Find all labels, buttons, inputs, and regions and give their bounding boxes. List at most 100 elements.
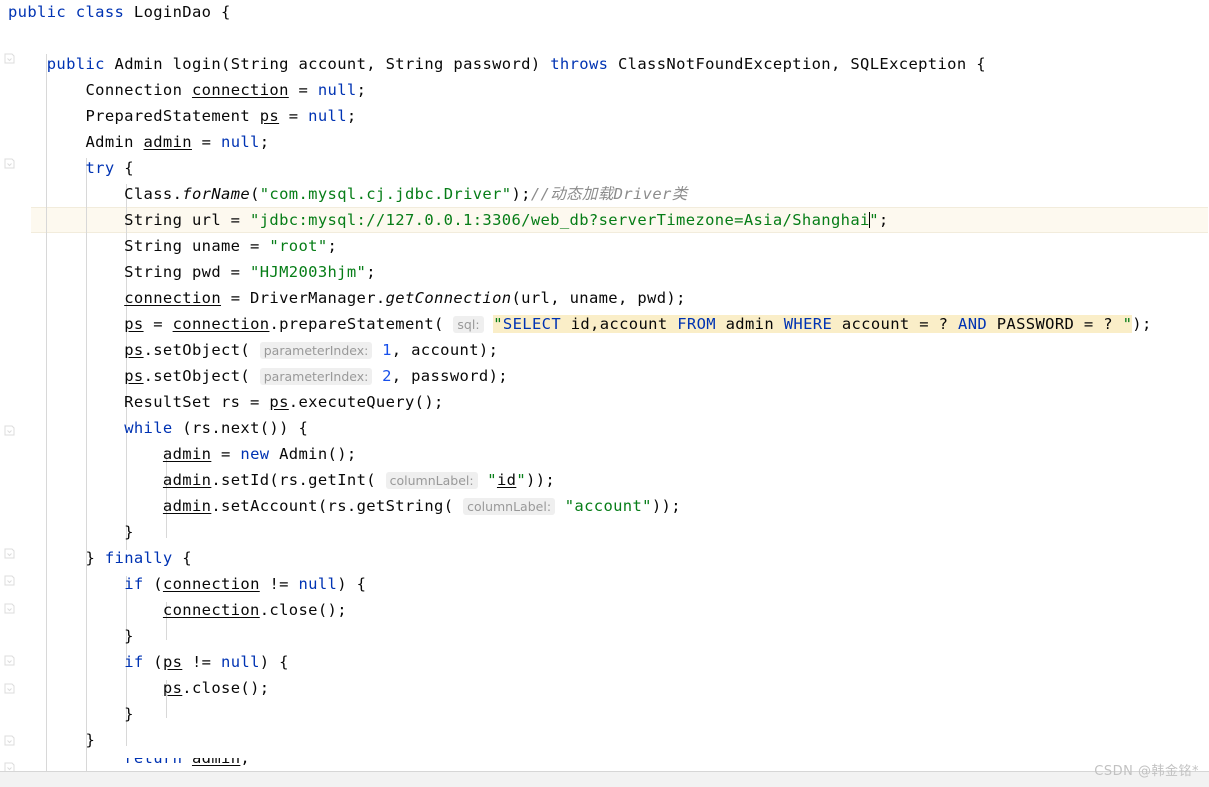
csdn-watermark: CSDN @韩金铭* [1094, 764, 1199, 779]
code-line[interactable]: admin.setAccount(rs.getString( columnLab… [8, 493, 681, 519]
code-text: Admin(); [269, 445, 357, 463]
inlay-parameter-hint: parameterIndex: [259, 368, 373, 385]
code-line[interactable]: } finally { [8, 545, 192, 571]
code-text: } [8, 705, 134, 723]
code-line[interactable]: ResultSet rs = ps.executeQuery(); [8, 389, 444, 415]
code-line[interactable]: connection = DriverManager.getConnection… [8, 285, 686, 311]
code-line[interactable]: ps = connection.prepareStatement( sql: "… [8, 311, 1152, 337]
code-line[interactable]: ps.setObject( parameterIndex: 1, account… [8, 337, 498, 363]
code-text: , account); [391, 341, 499, 359]
inlay-parameter-hint: columnLabel: [385, 472, 478, 489]
code-text: .setId(rs.getInt( [211, 471, 386, 489]
code-editor[interactable]: public class LoginDao { public Admin log… [0, 0, 1209, 787]
string-literal: " [487, 471, 497, 489]
code-line[interactable]: String uname = "root"; [8, 233, 337, 259]
code-text: ; [240, 758, 251, 767]
code-line[interactable]: String pwd = "HJM2003hjm"; [8, 259, 376, 285]
inlay-parameter-hint: parameterIndex: [259, 342, 373, 359]
code-line[interactable]: public class LoginDao { [8, 0, 231, 25]
code-line[interactable]: connection.close(); [8, 597, 347, 623]
local-variable: admin [162, 445, 212, 463]
code-text: ); [1132, 315, 1152, 333]
local-variable: admin [162, 497, 212, 515]
line-comment: //动态加载Driver类 [530, 185, 688, 203]
string-literal: id [496, 471, 517, 489]
java-keyword: public [46, 55, 105, 73]
code-text: .close(); [259, 601, 347, 619]
code-line[interactable]: public Admin login(String account, Strin… [8, 51, 986, 77]
code-line[interactable]: Class.forName("com.mysql.cj.jdbc.Driver"… [8, 181, 688, 207]
code-line[interactable]: return admin; [8, 758, 250, 771]
code-text: .setObject( [143, 367, 260, 385]
local-variable: connection [162, 601, 260, 619]
java-keyword: null [221, 133, 260, 151]
sql-keyword: WHERE [783, 315, 833, 333]
java-keyword: while [124, 419, 173, 437]
code-text: .prepareStatement( [269, 315, 454, 333]
code-text: != [259, 575, 299, 593]
java-keyword: public [8, 3, 67, 21]
code-text: )); [651, 497, 681, 515]
code-text: ClassNotFoundException, SQLException { [608, 55, 986, 73]
java-keyword: return [124, 758, 183, 767]
local-variable: ps [124, 341, 144, 359]
code-line[interactable]: PreparedStatement ps = null; [8, 103, 357, 129]
string-literal: " [869, 211, 879, 229]
code-line[interactable]: admin = new Admin(); [8, 441, 357, 467]
java-keyword: if [124, 653, 144, 671]
code-line[interactable]: ps.setObject( parameterIndex: 2, passwor… [8, 363, 508, 389]
editor-bottom-strip [0, 771, 1209, 787]
code-text: ; [356, 81, 367, 99]
code-line[interactable]: try { [8, 155, 134, 181]
code-line[interactable]: Connection connection = null; [8, 77, 366, 103]
code-line[interactable]: } [8, 623, 134, 649]
code-text: } [8, 627, 134, 645]
sql-identifier: admin [715, 315, 784, 333]
java-keyword: null [221, 653, 260, 671]
code-line[interactable]: while (rs.next()) { [8, 415, 308, 441]
code-line[interactable]: } [8, 519, 134, 545]
local-variable: ps [269, 393, 289, 411]
code-text: ( [250, 185, 260, 203]
sql-keyword: AND [958, 315, 988, 333]
code-line[interactable]: Admin admin = null; [8, 129, 269, 155]
code-line[interactable]: if (connection != null) { [8, 571, 366, 597]
code-text: ; [366, 263, 376, 281]
code-text: ) { [337, 575, 367, 593]
code-text: String pwd = [8, 263, 251, 281]
code-text: (String account, String password) [221, 55, 551, 73]
code-text: ; [346, 107, 357, 125]
code-text: = [279, 107, 309, 125]
code-line[interactable]: } [8, 727, 95, 753]
code-line[interactable]: if (ps != null) { [8, 649, 289, 675]
code-line[interactable]: ps.close(); [8, 675, 269, 701]
code-text: } [8, 549, 105, 567]
java-keyword: null [308, 107, 347, 125]
java-keyword: new [240, 445, 270, 463]
code-text: , password); [391, 367, 508, 385]
code-line[interactable]: admin.setId(rs.getInt( columnLabel: "id"… [8, 467, 555, 493]
code-text-layer[interactable]: public class LoginDao { public Admin log… [0, 0, 1209, 770]
local-variable: admin [191, 758, 241, 767]
code-text: = [143, 315, 173, 333]
code-line[interactable]: String url = "jdbc:mysql://127.0.0.1:330… [8, 207, 889, 233]
string-literal: "account" [564, 497, 652, 515]
local-variable: ps [259, 107, 280, 125]
number-literal: 2 [382, 367, 392, 385]
code-text: Admin [104, 55, 173, 73]
code-line[interactable]: } [8, 701, 134, 727]
code-text: LoginDao { [124, 3, 231, 21]
method-name: login [172, 55, 222, 73]
